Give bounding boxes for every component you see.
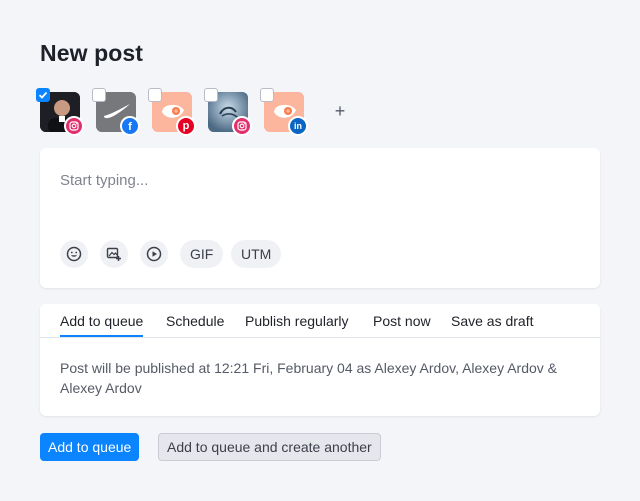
account-checkbox[interactable] [92, 88, 106, 102]
add-image-button[interactable] [100, 240, 128, 268]
emoji-icon [66, 246, 82, 262]
account-item[interactable]: f [92, 88, 140, 136]
account-checkbox[interactable] [204, 88, 218, 102]
tab-schedule[interactable]: Schedule [166, 313, 224, 329]
tab-save-as-draft[interactable]: Save as draft [451, 313, 534, 329]
tab-publish-regularly[interactable]: Publish regularly [245, 313, 349, 329]
account-item[interactable] [36, 88, 84, 136]
publish-info: Post will be published at 12:21 Fri, Feb… [60, 360, 558, 396]
publish-options: Add to queue Schedule Publish regularly … [40, 304, 600, 416]
add-to-queue-and-create-another-button[interactable]: Add to queue and create another [158, 433, 381, 461]
instagram-icon [64, 116, 84, 136]
page-title: New post [40, 40, 144, 66]
account-checkbox[interactable] [148, 88, 162, 102]
account-item[interactable]: p [148, 88, 196, 136]
publish-tabs: Add to queue Schedule Publish regularly … [40, 304, 600, 338]
add-video-button[interactable] [140, 240, 168, 268]
add-to-queue-button[interactable]: Add to queue [40, 433, 140, 461]
pinterest-icon: p [176, 116, 196, 136]
tab-add-to-queue[interactable]: Add to queue [60, 313, 144, 337]
add-image-icon [106, 247, 121, 261]
account-checkbox[interactable] [260, 88, 274, 102]
gif-button[interactable]: GIF [180, 240, 224, 268]
account-selector: f p in + [36, 88, 366, 136]
tab-post-now[interactable]: Post now [373, 313, 431, 329]
emoji-button[interactable] [60, 240, 88, 268]
post-composer[interactable]: Start typing... GIF UTM [40, 148, 600, 288]
account-item[interactable]: in [260, 88, 308, 136]
add-account-button[interactable]: + [332, 102, 348, 120]
instagram-icon [232, 116, 252, 136]
account-checkbox[interactable] [36, 88, 50, 102]
facebook-icon: f [120, 116, 140, 136]
utm-button[interactable]: UTM [231, 240, 282, 268]
post-text-input[interactable]: Start typing... [60, 172, 148, 189]
video-icon [146, 246, 162, 262]
linkedin-icon: in [288, 116, 308, 136]
account-item[interactable] [204, 88, 252, 136]
